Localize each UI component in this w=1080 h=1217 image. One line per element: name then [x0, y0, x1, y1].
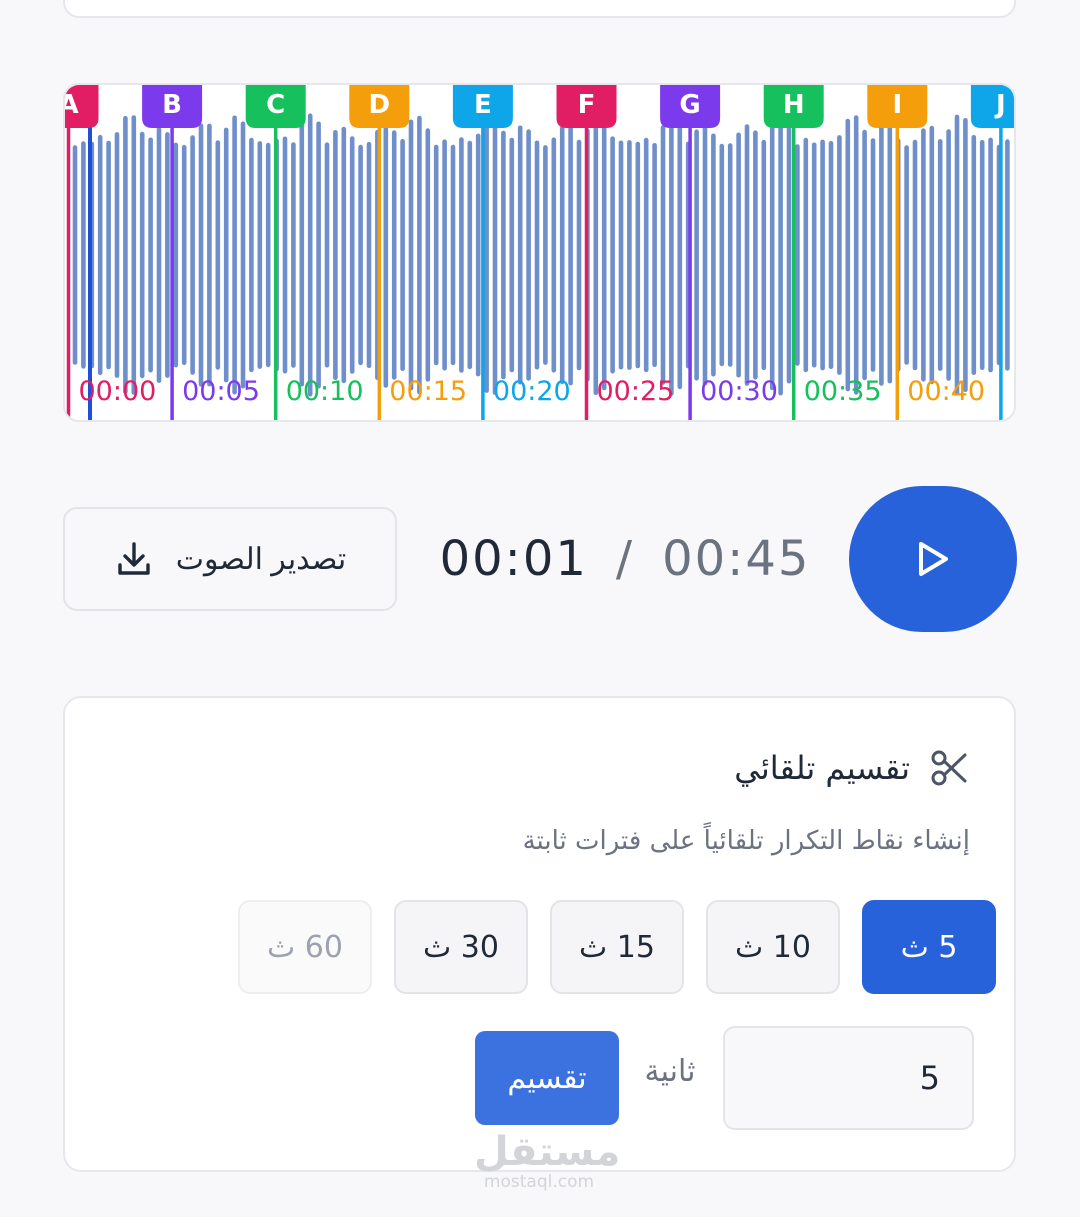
- marker-letter: J: [994, 90, 1006, 120]
- preset-60s-button[interactable]: 60 ث: [238, 900, 372, 994]
- marker-letter: C: [266, 90, 285, 120]
- interval-seconds-input[interactable]: [723, 1026, 974, 1130]
- seconds-unit-label: ثانية: [644, 1054, 696, 1089]
- watermark-latin: mostaql.com: [483, 1172, 595, 1192]
- auto-split-card: تقسيم تلقائي إنشاء نقاط التكرار تلقائياً…: [63, 696, 1016, 1172]
- play-button[interactable]: [849, 486, 1017, 632]
- play-icon: [919, 542, 948, 576]
- marker-time: 00:35: [804, 376, 882, 407]
- waveform-bars: [72, 113, 1010, 397]
- marker-letter: F: [578, 90, 596, 120]
- preset-15s-button[interactable]: 15 ث: [550, 900, 684, 994]
- split-button[interactable]: تقسيم: [475, 1031, 619, 1125]
- auto-split-header: تقسيم تلقائي: [734, 742, 970, 794]
- export-audio-label: تصدير الصوت: [175, 542, 347, 576]
- waveform[interactable]: A 00:00 B 00:05 C 00:10 D 00:15 E 00:20 F 00:25 G 00:…: [65, 85, 1016, 422]
- marker-letter: G: [679, 90, 700, 120]
- marker-time: 00:25: [597, 376, 675, 407]
- time-separator: /: [615, 531, 635, 587]
- marker-letter: A: [65, 90, 79, 120]
- current-time: 00:01: [439, 531, 588, 587]
- preset-30s-button[interactable]: 30 ث: [394, 900, 528, 994]
- marker-time: 00:40: [907, 376, 985, 407]
- marker-time: 00:30: [700, 376, 778, 407]
- marker-letter: H: [783, 90, 805, 120]
- marker-time: 00:15: [389, 376, 467, 407]
- marker-time: 00:20: [493, 376, 571, 407]
- marker-letter: D: [369, 90, 391, 120]
- auto-split-description: إنشاء نقاط التكرار تلقائياً على فترات ثا…: [522, 826, 970, 856]
- export-audio-button[interactable]: تصدير الصوت: [63, 507, 397, 611]
- marker-time: 00:05: [182, 376, 260, 407]
- marker-tab: [970, 85, 1014, 128]
- preset-5s-button[interactable]: 5 ث: [862, 900, 996, 994]
- marker-letter: B: [162, 90, 182, 120]
- total-time: 00:45: [662, 531, 811, 587]
- marker-time: 00:00: [79, 376, 157, 407]
- marker-letter: I: [892, 90, 902, 120]
- download-icon: [118, 542, 150, 575]
- time-display: 00:01 / 00:45: [430, 528, 820, 590]
- marker-time: 00:10: [286, 376, 364, 407]
- previous-card: [63, 0, 1016, 18]
- scissors-icon: [931, 750, 967, 786]
- waveform-panel[interactable]: A 00:00 B 00:05 C 00:10 D 00:15 E 00:20 F 00:25 G 00:…: [63, 83, 1016, 422]
- marker-letter: E: [474, 90, 492, 120]
- auto-split-title: تقسيم تلقائي: [734, 749, 910, 787]
- preset-10s-button[interactable]: 10 ث: [706, 900, 840, 994]
